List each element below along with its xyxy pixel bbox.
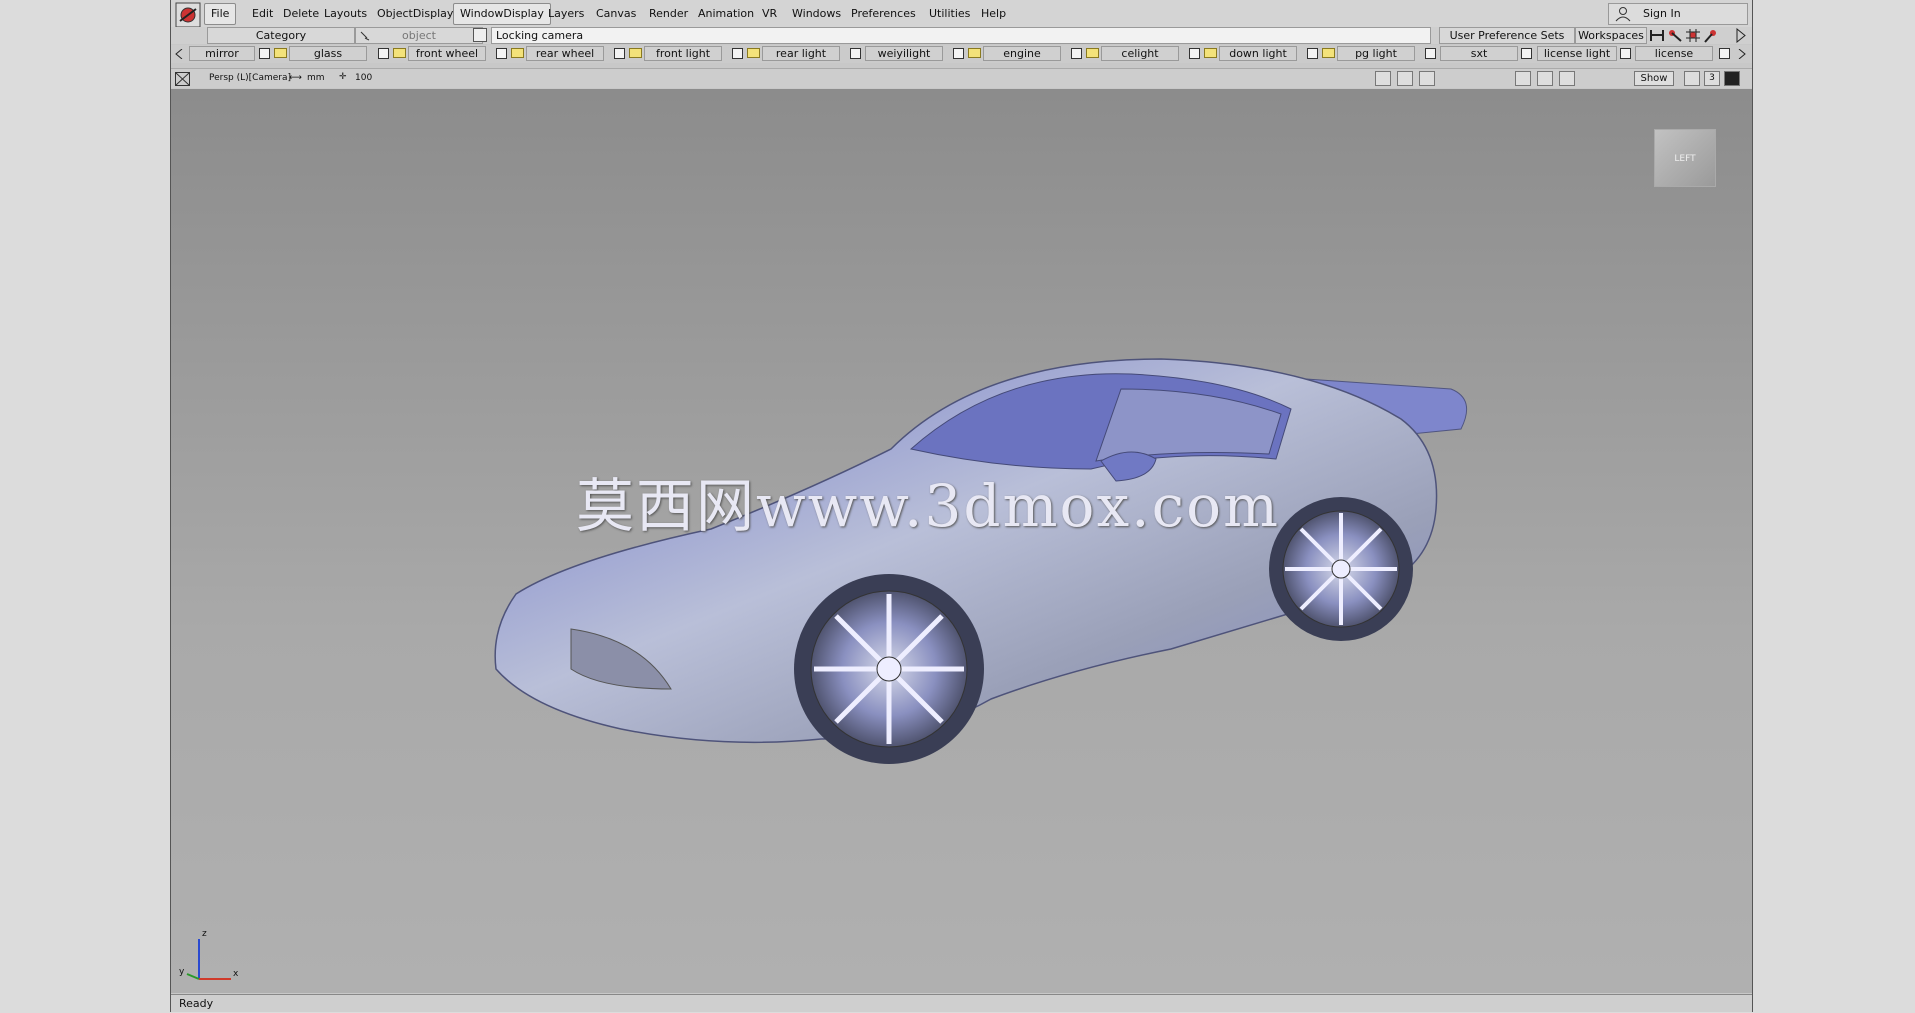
menu-help[interactable]: Help bbox=[974, 3, 1013, 25]
units-arrow-icon: ⟷ bbox=[289, 73, 302, 83]
layer-license-light[interactable]: license light bbox=[1537, 46, 1617, 61]
units-label: mm bbox=[307, 73, 325, 83]
layer-rear-wheel-visibility[interactable] bbox=[614, 48, 625, 59]
layer-mirror[interactable]: mirror bbox=[189, 46, 255, 61]
show-menu-button[interactable]: Show bbox=[1634, 71, 1674, 86]
scroll-right-icon[interactable] bbox=[1738, 49, 1746, 59]
axis-triad-icon bbox=[186, 939, 231, 980]
layer-rear-light[interactable]: rear light bbox=[762, 46, 840, 61]
layer-front-light[interactable]: front light bbox=[644, 46, 722, 61]
layer-license-visibility[interactable] bbox=[1719, 48, 1730, 59]
menu-file[interactable]: File bbox=[204, 3, 237, 25]
user-icon bbox=[1615, 7, 1631, 22]
axis-x-label: x bbox=[233, 969, 239, 979]
menu-vr[interactable]: VR bbox=[755, 3, 784, 25]
menu-windowdisplay[interactable]: WindowDisplay bbox=[453, 3, 551, 25]
layout-number[interactable]: 3 bbox=[1704, 71, 1720, 86]
expand-right-icon[interactable] bbox=[1733, 28, 1749, 43]
scale-icon: ✛ bbox=[339, 72, 347, 82]
object-placeholder: object bbox=[402, 29, 436, 42]
layer-mirror-visibility[interactable] bbox=[259, 48, 270, 59]
camera-name[interactable]: Persp (L)[Camera] bbox=[209, 73, 291, 83]
layer-celight[interactable]: celight bbox=[1101, 46, 1179, 61]
pick-icon bbox=[360, 31, 370, 41]
menu-layouts[interactable]: Layouts bbox=[317, 3, 374, 25]
layer-front-wheel-visibility[interactable] bbox=[496, 48, 507, 59]
object-field[interactable]: object bbox=[355, 27, 483, 44]
layer-sxt[interactable]: sxt bbox=[1440, 46, 1518, 61]
menu-windows[interactable]: Windows bbox=[785, 3, 848, 25]
sign-in-button[interactable]: Sign In bbox=[1608, 3, 1748, 25]
menu-preferences[interactable]: Preferences bbox=[844, 3, 923, 25]
folder-icon[interactable] bbox=[1322, 48, 1335, 58]
viewport-close-icon[interactable] bbox=[175, 72, 190, 86]
layer-down-light[interactable]: down light bbox=[1219, 46, 1297, 61]
folder-icon[interactable] bbox=[968, 48, 981, 58]
layer-front-wheel[interactable]: front wheel bbox=[408, 46, 486, 61]
move-view-icon[interactable] bbox=[1559, 71, 1575, 86]
control-row: Category object Locking camera User Pref… bbox=[171, 27, 1752, 44]
layer-engine[interactable]: engine bbox=[983, 46, 1061, 61]
menu-canvas[interactable]: Canvas bbox=[589, 3, 643, 25]
workspaces-button[interactable]: Workspaces bbox=[1575, 27, 1647, 44]
layer-down-light-visibility[interactable] bbox=[1307, 48, 1318, 59]
maximize-viewport-icon[interactable] bbox=[1724, 71, 1740, 86]
layer-rear-wheel[interactable]: rear wheel bbox=[526, 46, 604, 61]
folder-icon[interactable] bbox=[1204, 48, 1217, 58]
layer-glass[interactable]: glass bbox=[289, 46, 367, 61]
folder-icon[interactable] bbox=[274, 48, 287, 58]
perspective-viewport[interactable]: 莫西网www.3dmox.com LEFT z y x bbox=[171, 89, 1752, 993]
menu-layers[interactable]: Layers bbox=[541, 3, 591, 25]
layout-icon[interactable] bbox=[1684, 71, 1700, 86]
menu-bar: screen File Edit Delete Layouts ObjectDi… bbox=[171, 0, 1752, 39]
layer-pg-light-visibility[interactable] bbox=[1425, 48, 1436, 59]
frame-all-icon[interactable] bbox=[1537, 71, 1553, 86]
app-logo-icon bbox=[175, 2, 201, 28]
layer-rear-light-visibility[interactable] bbox=[850, 48, 861, 59]
menu-objectdisplay[interactable]: ObjectDisplay bbox=[370, 3, 460, 25]
category-dropdown[interactable]: Category bbox=[207, 27, 355, 44]
pin-snap-icon[interactable] bbox=[1703, 28, 1719, 43]
scale-value: 100 bbox=[355, 73, 373, 83]
layer-license-light-visibility[interactable] bbox=[1620, 48, 1631, 59]
layer-weiyilight[interactable]: weiyilight bbox=[865, 46, 943, 61]
layer-bar: mirror glass front wheel rear wheel fron… bbox=[171, 45, 1752, 63]
grid-snap-icon[interactable] bbox=[1649, 28, 1665, 43]
sign-in-label: Sign In bbox=[1643, 7, 1681, 20]
menu-animation[interactable]: Animation bbox=[691, 3, 761, 25]
folder-icon[interactable] bbox=[629, 48, 642, 58]
axis-triad: z y x bbox=[179, 929, 239, 992]
camera-zoom-icon[interactable] bbox=[1419, 71, 1435, 86]
camera-list-icon[interactable] bbox=[473, 28, 487, 42]
menu-render[interactable]: Render bbox=[642, 3, 695, 25]
watermark-text: 莫西网www.3dmox.com bbox=[576, 472, 1280, 540]
curve-snap-icon[interactable] bbox=[1667, 28, 1683, 43]
look-at-icon[interactable] bbox=[1515, 71, 1531, 86]
axis-z-label: z bbox=[202, 929, 207, 939]
view-cube[interactable]: LEFT bbox=[1654, 129, 1716, 187]
scroll-left-icon[interactable] bbox=[175, 49, 183, 59]
folder-icon[interactable] bbox=[747, 48, 760, 58]
layer-license[interactable]: license bbox=[1635, 46, 1713, 61]
layer-glass-visibility[interactable] bbox=[378, 48, 389, 59]
alias-application-window: screen File Edit Delete Layouts ObjectDi… bbox=[170, 0, 1753, 1012]
layer-pg-light[interactable]: pg light bbox=[1337, 46, 1415, 61]
locking-camera-field[interactable]: Locking camera bbox=[491, 27, 1431, 44]
status-bar: Ready bbox=[171, 994, 1752, 1012]
axis-y-label: y bbox=[179, 967, 185, 977]
layer-weiyilight-visibility[interactable] bbox=[953, 48, 964, 59]
folder-icon[interactable] bbox=[511, 48, 524, 58]
camera-track-icon[interactable] bbox=[1397, 71, 1413, 86]
folder-icon[interactable] bbox=[393, 48, 406, 58]
point-snap-icon[interactable] bbox=[1685, 28, 1701, 43]
layer-engine-visibility[interactable] bbox=[1071, 48, 1082, 59]
layer-celight-visibility[interactable] bbox=[1189, 48, 1200, 59]
viewport-header: Persp (L)[Camera] ⟷ mm ✛ 100 Show 3 bbox=[171, 68, 1752, 88]
layer-front-light-visibility[interactable] bbox=[732, 48, 743, 59]
camera-tumble-icon[interactable] bbox=[1375, 71, 1391, 86]
menu-utilities[interactable]: Utilities bbox=[922, 3, 977, 25]
layer-sxt-visibility[interactable] bbox=[1521, 48, 1532, 59]
folder-icon[interactable] bbox=[1086, 48, 1099, 58]
user-preference-sets-button[interactable]: User Preference Sets bbox=[1439, 27, 1575, 44]
